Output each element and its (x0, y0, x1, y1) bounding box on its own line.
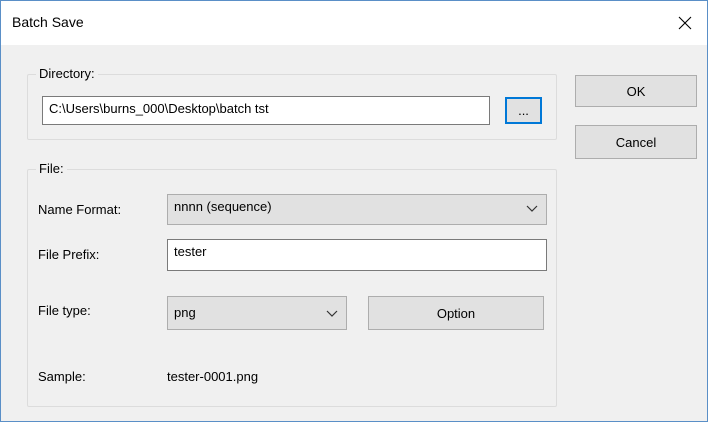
cancel-button-label: Cancel (615, 134, 657, 150)
chevron-down-icon (326, 310, 338, 317)
name-format-label: Name Format: (38, 202, 122, 217)
batch-save-dialog: Batch Save Directory: C:\Users\burns_000… (0, 0, 708, 422)
cancel-button[interactable]: Cancel (575, 125, 697, 159)
browse-button[interactable]: ... (505, 97, 542, 124)
close-button[interactable] (663, 1, 707, 45)
file-prefix-field[interactable]: tester (167, 239, 547, 271)
option-button[interactable]: Option (368, 296, 544, 330)
directory-path-value: C:\Users\burns_000\Desktop\batch tst (49, 101, 269, 116)
name-format-value: nnnn (sequence) (174, 199, 272, 214)
file-prefix-value: tester (174, 244, 207, 259)
sample-label: Sample: (38, 369, 86, 384)
ok-button[interactable]: OK (575, 75, 697, 107)
file-type-value: png (174, 305, 196, 320)
file-prefix-label: File Prefix: (38, 247, 100, 262)
file-group-label: File: (36, 161, 67, 176)
close-icon (678, 16, 692, 30)
sample-value: tester-0001.png (167, 369, 259, 384)
directory-group-label: Directory: (36, 66, 98, 81)
file-type-label: File type: (38, 303, 91, 318)
file-type-select[interactable]: png (167, 296, 347, 330)
title-bar: Batch Save (1, 1, 707, 45)
ok-button-label: OK (626, 83, 646, 99)
option-button-label: Option (436, 305, 476, 321)
dialog-title: Batch Save (12, 14, 84, 30)
browse-button-label: ... (518, 103, 529, 118)
directory-path-field[interactable]: C:\Users\burns_000\Desktop\batch tst (42, 96, 490, 125)
name-format-select[interactable]: nnnn (sequence) (167, 194, 547, 225)
chevron-down-icon (526, 205, 538, 212)
